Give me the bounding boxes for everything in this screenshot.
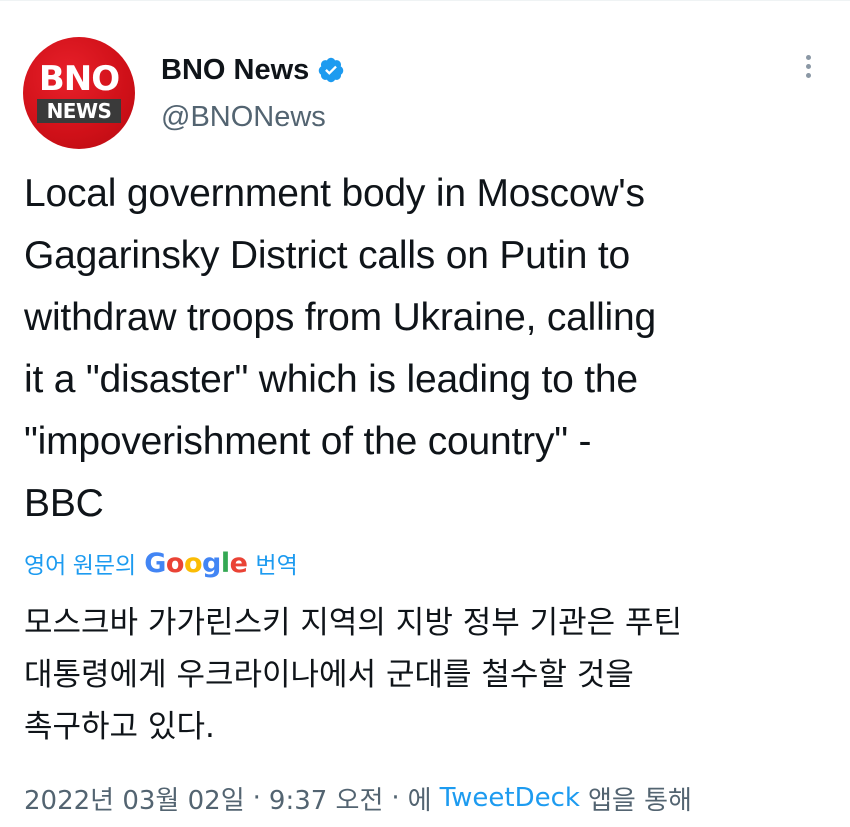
top-divider [0, 0, 850, 1]
tweet-text: Local government body in Moscow's Gagari… [24, 172, 657, 525]
tweet-source-link[interactable]: TweetDeck [440, 783, 580, 813]
via-prefix: 에 [407, 785, 432, 816]
google-logo: Google [144, 547, 248, 579]
avatar-logo-bottom: NEWS [37, 99, 121, 123]
verified-badge-icon [317, 56, 345, 84]
translated-text: 모스크바 가가린스키 지역의 지방 정부 기관은 푸틴 대통령에게 우크라이나에… [24, 605, 683, 745]
translation-suffix: 번역 [255, 552, 298, 578]
tweet-date[interactable]: 2022년 03월 02일 [24, 780, 245, 817]
translation-prefix: 영어 원문의 [24, 552, 137, 578]
more-options-icon[interactable] [796, 55, 820, 85]
author-display-name[interactable]: BNO News [161, 54, 309, 87]
author-name-row: BNO News [161, 52, 345, 88]
avatar[interactable]: BNO NEWS [23, 37, 135, 149]
avatar-logo-top: BNO [38, 59, 120, 99]
author-handle[interactable]: @BNONews [161, 101, 326, 134]
translation-attribution[interactable]: 영어 원문의 Google 번역 [24, 545, 298, 581]
tweet-metadata: 2022년 03월 02일 · 9:37 오전 · 에 TweetDeck 앱을… [24, 778, 692, 818]
via-suffix: 앱을 통해 [588, 785, 692, 816]
meta-separator: · [252, 783, 261, 813]
tweet-time[interactable]: 9:37 오전 [269, 780, 384, 817]
meta-separator: · [391, 783, 400, 813]
